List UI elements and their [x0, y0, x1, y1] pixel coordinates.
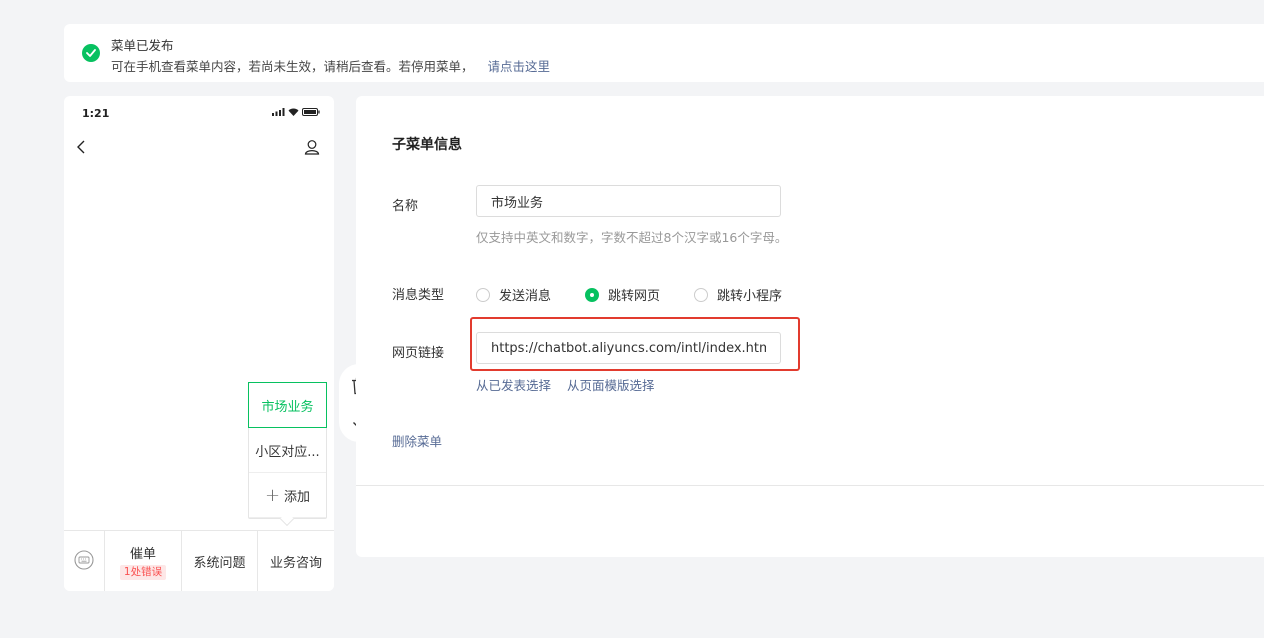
error-badge: 1处错误 — [119, 565, 167, 580]
url-source-links: 从已发表选择 从页面模版选择 — [476, 375, 655, 394]
tab-label: 催单 — [129, 547, 156, 562]
disable-menu-link[interactable]: 请点击这里 — [488, 59, 551, 74]
menu-tabbar: 催单 1处错误 系统问题 业务咨询 — [64, 530, 334, 591]
radio-label: 跳转网页 — [608, 289, 661, 304]
notice-title: 菜单已发布 — [111, 38, 174, 53]
keyboard-icon[interactable] — [74, 550, 94, 570]
panel-title: 子菜单信息 — [392, 137, 462, 153]
tab-label: 系统问题 — [193, 556, 246, 571]
submenu-item-market[interactable]: 市场业务 — [248, 382, 327, 428]
notice-message: 可在手机查看菜单内容，若尚未生效，请稍后查看。若停用菜单， 请点击这里 — [111, 56, 550, 75]
radio-jump-webpage[interactable]: 跳转网页 — [585, 285, 660, 304]
highlight-box — [470, 317, 800, 371]
radio-dot — [585, 287, 600, 302]
radio-jump-miniprogram[interactable]: 跳转小程序 — [694, 285, 782, 304]
radio-dot — [694, 287, 709, 302]
name-hint: 仅支持中英文和数字，字数不超过8个汉字或16个字母。 — [476, 230, 788, 245]
phone-preview: 1:21 市场业务 小区对应... + 添加 催单 1处错误 系统问题 业务咨询 — [64, 96, 334, 591]
submenu-popup: 市场业务 小区对应... + 添加 — [248, 382, 327, 527]
status-icons — [272, 108, 320, 116]
back-chevron-icon[interactable] — [76, 140, 86, 154]
wifi-icon — [288, 108, 299, 116]
check-circle-icon — [82, 44, 100, 62]
divider — [356, 485, 1264, 486]
signal-icon — [272, 108, 285, 116]
tab-urge-order[interactable]: 催单 1处错误 — [104, 531, 181, 591]
radio-label: 跳转小程序 — [717, 289, 783, 304]
battery-icon — [302, 108, 320, 116]
radio-label: 发送消息 — [499, 289, 552, 304]
tab-business-consult[interactable]: 业务咨询 — [257, 531, 334, 591]
type-label: 消息类型 — [392, 288, 445, 303]
menu-name-input[interactable] — [476, 185, 781, 217]
plus-icon: + — [264, 484, 281, 506]
select-template-link[interactable]: 从页面模版选择 — [567, 375, 655, 394]
user-icon[interactable] — [304, 139, 320, 155]
message-type-radio-group: 发送消息 跳转网页 跳转小程序 — [476, 285, 816, 304]
submenu-add-button[interactable]: + 添加 — [249, 473, 326, 518]
tab-system-issue[interactable]: 系统问题 — [181, 531, 257, 591]
radio-dot — [476, 287, 490, 302]
name-label: 名称 — [392, 199, 419, 214]
status-time: 1:21 — [82, 107, 110, 120]
tab-label: 业务咨询 — [269, 556, 322, 571]
submenu-settings-panel: 子菜单信息 名称 仅支持中英文和数字，字数不超过8个汉字或16个字母。 消息类型… — [356, 96, 1264, 557]
radio-send-message[interactable]: 发送消息 — [476, 285, 551, 304]
delete-menu-link[interactable]: 删除菜单 — [392, 431, 442, 450]
url-label: 网页链接 — [392, 346, 445, 361]
select-published-link[interactable]: 从已发表选择 — [476, 375, 551, 394]
publish-notice: 菜单已发布 可在手机查看菜单内容，若尚未生效，请稍后查看。若停用菜单， 请点击这里 — [64, 24, 1264, 82]
add-label: 添加 — [284, 489, 311, 505]
notice-message-text: 可在手机查看菜单内容，若尚未生效，请稍后查看。若停用菜单， — [111, 59, 474, 74]
submenu-item-community[interactable]: 小区对应... — [249, 428, 326, 473]
